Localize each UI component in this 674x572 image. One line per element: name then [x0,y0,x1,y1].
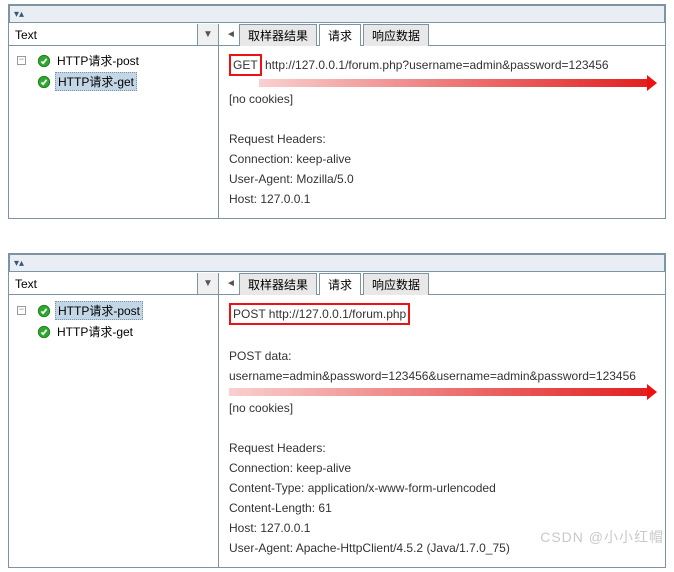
detail-line: Host: 127.0.0.1 [229,519,655,537]
right-panel: ◄ 取样器结果 请求 响应数据 POST http://127.0.0.1/fo… [219,273,665,567]
tab-request[interactable]: 请求 [319,273,361,295]
result-tree: − HTTP请求-post HTTP请求-get [9,295,218,382]
detail-line: Connection: keep-alive [229,459,655,477]
tab-sampler[interactable]: 取样器结果 [239,24,317,46]
post-data-label: POST data: [229,347,655,365]
window-top: ▾▴ Text ▼ − HTTP请求-post HTTP请求-get [8,4,666,219]
right-panel: ◄ 取样器结果 请求 响应数据 GET http://127.0.0.1/for… [219,24,665,218]
left-panel: Text ▼ − HTTP请求-post HTTP请求-get [9,24,219,218]
tree-item-label: HTTP请求-get [55,72,137,91]
window-toolbar: ▾▴ [9,254,665,272]
expand-icon[interactable]: − [17,56,26,65]
tree-item-label: HTTP请求-post [55,301,143,320]
method-highlight: GET [229,54,262,76]
left-header-title[interactable]: Text [9,24,198,45]
success-icon [37,325,51,339]
dropdown-icon[interactable]: ▼ [198,278,218,289]
tab-response[interactable]: 响应数据 [363,24,429,46]
detail-line: Request Headers: [229,439,655,457]
tab-scroll-icon[interactable]: ◄ [223,29,239,40]
detail-line: Content-Type: application/x-www-form-url… [229,479,655,497]
success-icon [37,54,51,68]
left-header: Text ▼ [9,24,218,46]
tab-request[interactable]: 请求 [319,24,361,46]
detail-line: Request Headers: [229,130,655,148]
result-tree: − HTTP请求-post HTTP请求-get [9,46,218,133]
left-header: Text ▼ [9,273,218,295]
tree-item-post[interactable]: − HTTP请求-post [11,51,216,70]
tree-item-label: HTTP请求-get [55,323,135,340]
tree-item-get[interactable]: HTTP请求-get [11,71,216,92]
tree-item-post[interactable]: − HTTP请求-post [11,300,216,321]
toolbar-arrows-icon[interactable]: ▾▴ [14,258,24,269]
expand-icon[interactable]: − [17,306,26,315]
tabs: ◄ 取样器结果 请求 响应数据 [219,24,665,46]
request-detail: POST http://127.0.0.1/forum.php POST dat… [219,295,665,567]
detail-line: [no cookies] [229,399,655,417]
request-detail: GET http://127.0.0.1/forum.php?username=… [219,46,665,218]
method-highlight: POST http://127.0.0.1/forum.php [229,303,410,325]
detail-line: Connection: keep-alive [229,150,655,168]
tree-item-get[interactable]: HTTP请求-get [11,322,216,341]
post-data-value: username=admin&password=123456&username=… [229,367,655,385]
left-header-title[interactable]: Text [9,273,198,294]
arrow-annotation [229,388,647,396]
detail-line: [no cookies] [229,90,655,108]
window-bottom: ▾▴ Text ▼ − HTTP请求-post HTTP请求-get [8,253,666,568]
arrow-annotation [259,79,647,87]
tab-response[interactable]: 响应数据 [363,273,429,295]
request-url: http://127.0.0.1/forum.php?username=admi… [262,58,609,72]
tree-item-label: HTTP请求-post [55,52,141,69]
success-icon [37,304,51,318]
detail-line: User-Agent: Apache-HttpClient/4.5.2 (Jav… [229,539,655,557]
tab-sampler[interactable]: 取样器结果 [239,273,317,295]
detail-line: Host: 127.0.0.1 [229,190,655,208]
detail-line: User-Agent: Mozilla/5.0 [229,170,655,188]
tab-scroll-icon[interactable]: ◄ [223,278,239,289]
success-icon [37,75,51,89]
detail-line: Content-Length: 61 [229,499,655,517]
window-toolbar: ▾▴ [9,5,665,23]
dropdown-icon[interactable]: ▼ [198,29,218,40]
left-panel: Text ▼ − HTTP请求-post HTTP请求-get [9,273,219,567]
tabs: ◄ 取样器结果 请求 响应数据 [219,273,665,295]
toolbar-arrows-icon[interactable]: ▾▴ [14,9,24,20]
